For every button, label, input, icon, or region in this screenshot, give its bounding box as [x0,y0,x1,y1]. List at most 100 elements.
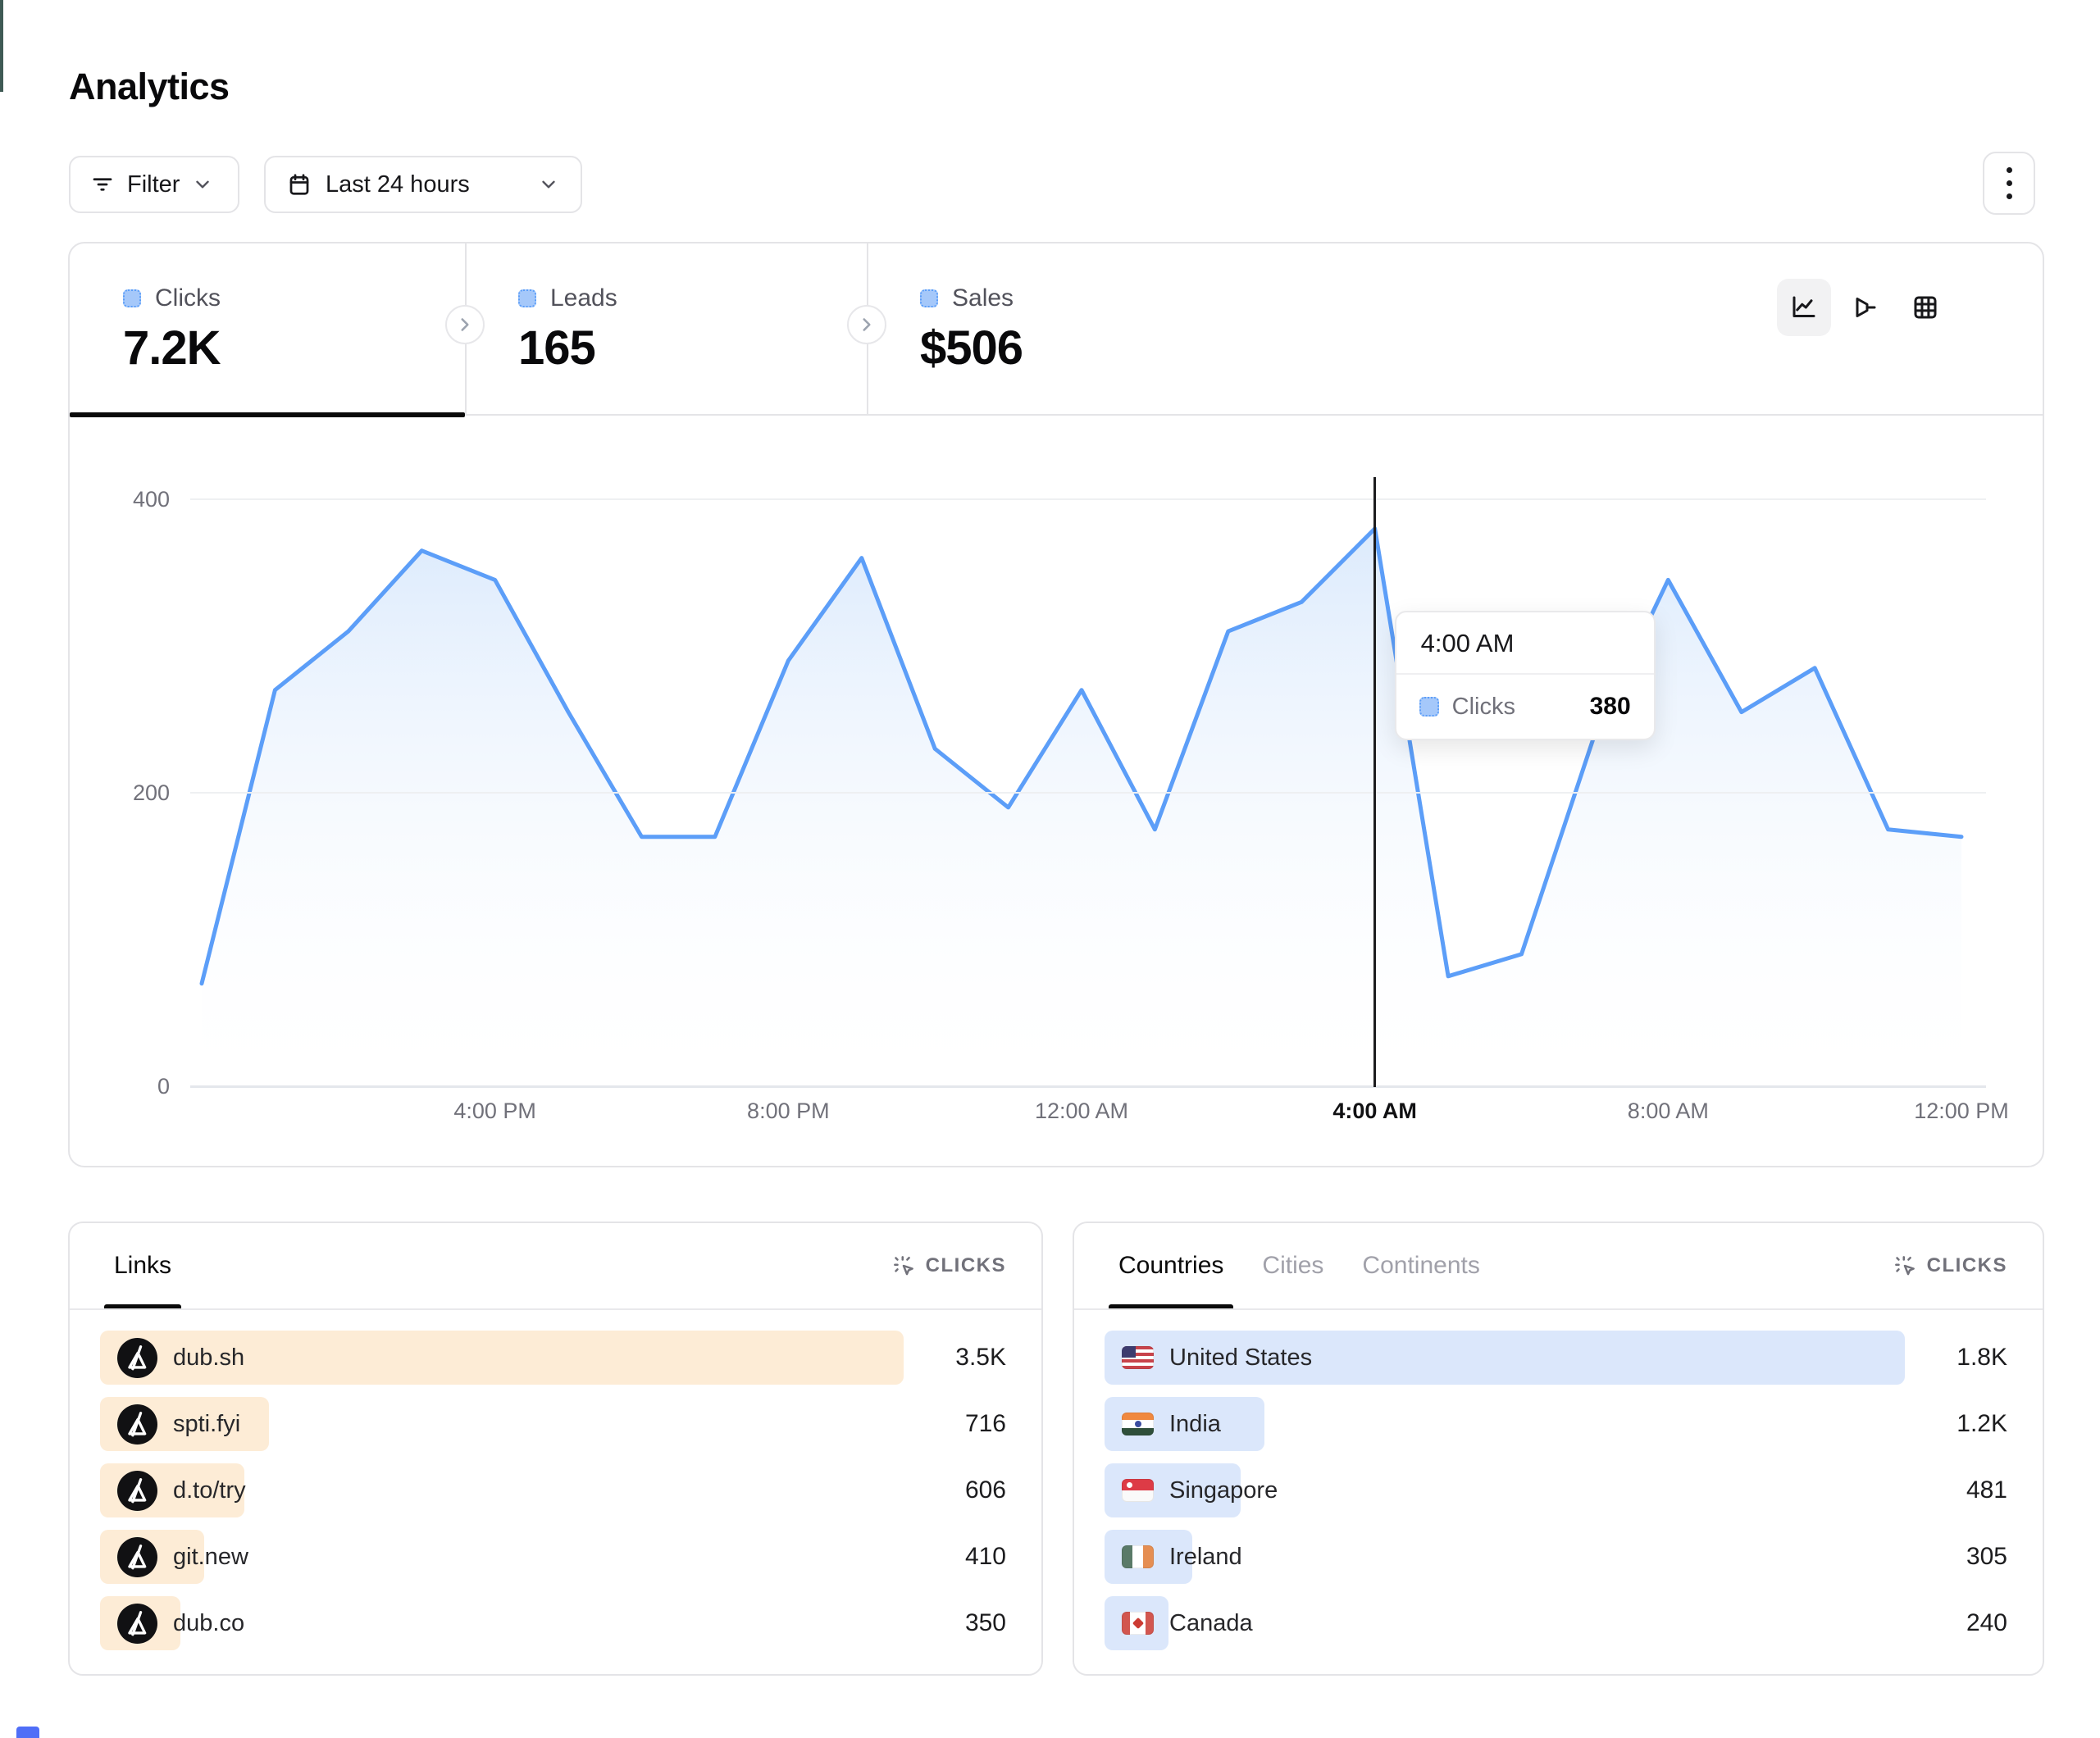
link-favicon [117,1604,157,1644]
metric-label: Sales [952,284,1014,312]
analytics-page: Analytics Filter Last 24 hours Clicks [0,0,2100,1738]
filter-lines-icon [90,172,115,197]
y-axis-tick: 400 [70,483,170,516]
country-row[interactable]: Canada240 [1105,1596,2007,1650]
ca-flag-icon [1122,1612,1154,1635]
row-value: 410 [965,1530,1006,1584]
country-row[interactable]: Singapore481 [1105,1463,2007,1517]
country-row[interactable]: Ireland305 [1105,1530,2007,1584]
ie-flag-icon [1122,1545,1154,1568]
chart-view-switcher [1777,279,1952,336]
links-panel: Links CLICKS dub.sh3.5K spti.fyi 716 d.to/t… [68,1222,1043,1676]
tab-countries[interactable]: Countries [1109,1223,1233,1308]
row-value: 305 [1966,1530,2007,1584]
in-flag-icon [1122,1413,1154,1435]
chevron-right-icon [856,314,877,335]
y-axis-tick: 200 [70,776,170,809]
x-axis-tick: 8:00 PM [714,1099,862,1124]
row-value: 716 [965,1397,1006,1451]
viewport-edge-accent [0,0,3,92]
filter-button-label: Filter [127,171,180,198]
country-row[interactable]: India 1.2K [1105,1397,2007,1451]
link-favicon [117,1471,157,1511]
tab-links[interactable]: Links [104,1223,181,1308]
row-value: 606 [965,1463,1006,1517]
link-row[interactable]: dub.sh3.5K [100,1331,1006,1385]
panel-header-divider [70,1308,1041,1310]
sales-legend-swatch [920,289,938,307]
link-row[interactable]: git.new 410 [100,1530,1006,1584]
cursor-click-icon [1893,1253,1917,1278]
tab-leads[interactable]: Leads 165 [465,243,867,416]
x-axis-tick: 12:00 AM [1008,1099,1155,1124]
countries-list: United States 1.8K India 1.2K Singapore481 Ir… [1105,1331,2007,1663]
panel-header-divider [1074,1308,2043,1310]
chart-area-fill [202,529,1961,1086]
country-row[interactable]: United States 1.8K [1105,1331,2007,1385]
x-axis-tick: 4:00 PM [421,1099,569,1124]
metric-value: 165 [518,321,867,375]
link-favicon [117,1537,157,1577]
row-label: spti.fyi [173,1411,240,1438]
link-row[interactable]: spti.fyi 716 [100,1397,1006,1451]
countries-metric-label: CLICKS [1927,1254,2007,1277]
analytics-card: Clicks 7.2K Leads 165 Sales $506 [68,242,2044,1167]
x-axis-tick: 8:00 AM [1594,1099,1742,1124]
links-panel-tabs: Links [104,1223,181,1308]
leads-legend-swatch [518,289,536,307]
expand-clicks-tab-button[interactable] [445,305,485,344]
line-chart-view-button[interactable] [1777,279,1831,336]
tab-sales[interactable]: Sales $506 [867,243,1277,416]
row-label: India [1169,1411,1221,1438]
expand-leads-tab-button[interactable] [847,305,886,344]
row-value: 350 [965,1596,1006,1650]
y-gridline [190,498,1986,500]
chart-tooltip: 4:00 AM Clicks 380 [1395,611,1656,740]
tab-continents[interactable]: Continents [1352,1223,1489,1308]
funnel-icon [1850,293,1879,322]
chevron-down-icon [538,174,559,195]
tooltip-time: 4:00 AM [1396,612,1654,675]
link-row[interactable]: dub.co350 [100,1596,1006,1650]
tab-clicks[interactable]: Clicks 7.2K [70,243,465,416]
tab-cities[interactable]: Cities [1252,1223,1333,1308]
filter-button[interactable]: Filter [69,156,239,213]
viewport-bottom-artifact [16,1727,39,1738]
links-metric-chip[interactable]: CLICKS [891,1223,1006,1308]
metric-value: 7.2K [123,321,465,375]
row-label: dub.sh [173,1344,244,1372]
cursor-click-icon [891,1253,916,1278]
chevron-right-icon [454,314,476,335]
dub-logo-icon [117,1604,157,1644]
more-options-button[interactable] [1983,152,2035,215]
link-favicon [117,1404,157,1445]
y-gridline [190,792,1986,794]
sg-flag-icon [1122,1479,1154,1502]
chart-hover-line [1373,477,1376,1087]
y-gridline [190,1085,1986,1088]
chevron-down-icon [192,174,213,195]
row-value: 1.8K [1957,1331,2007,1385]
page-title: Analytics [69,66,230,108]
line-chart-icon [1789,293,1819,322]
countries-metric-chip[interactable]: CLICKS [1893,1223,2007,1308]
row-label: United States [1169,1344,1312,1372]
link-row[interactable]: d.to/try606 [100,1463,1006,1517]
links-list: dub.sh3.5K spti.fyi 716 d.to/try606 git.new 4… [100,1331,1006,1663]
funnel-view-button[interactable] [1838,279,1892,336]
links-metric-label: CLICKS [926,1254,1006,1277]
tooltip-legend-swatch [1419,697,1439,717]
countries-panel-tabs: CountriesCitiesContinents [1109,1223,1490,1308]
link-favicon [117,1338,157,1378]
row-value: 240 [1966,1596,2007,1650]
row-label: git.new [173,1544,248,1571]
metric-value: $506 [920,321,1277,375]
y-axis-tick: 0 [70,1070,170,1103]
x-axis-tick: 12:00 PM [1888,1099,2035,1124]
date-range-button[interactable]: Last 24 hours [264,156,582,213]
table-view-button[interactable] [1898,279,1952,336]
countries-panel: CountriesCitiesContinents CLICKS United … [1073,1222,2044,1676]
date-range-label: Last 24 hours [326,171,470,198]
row-value: 1.2K [1957,1397,2007,1451]
dub-logo-icon [117,1338,157,1378]
